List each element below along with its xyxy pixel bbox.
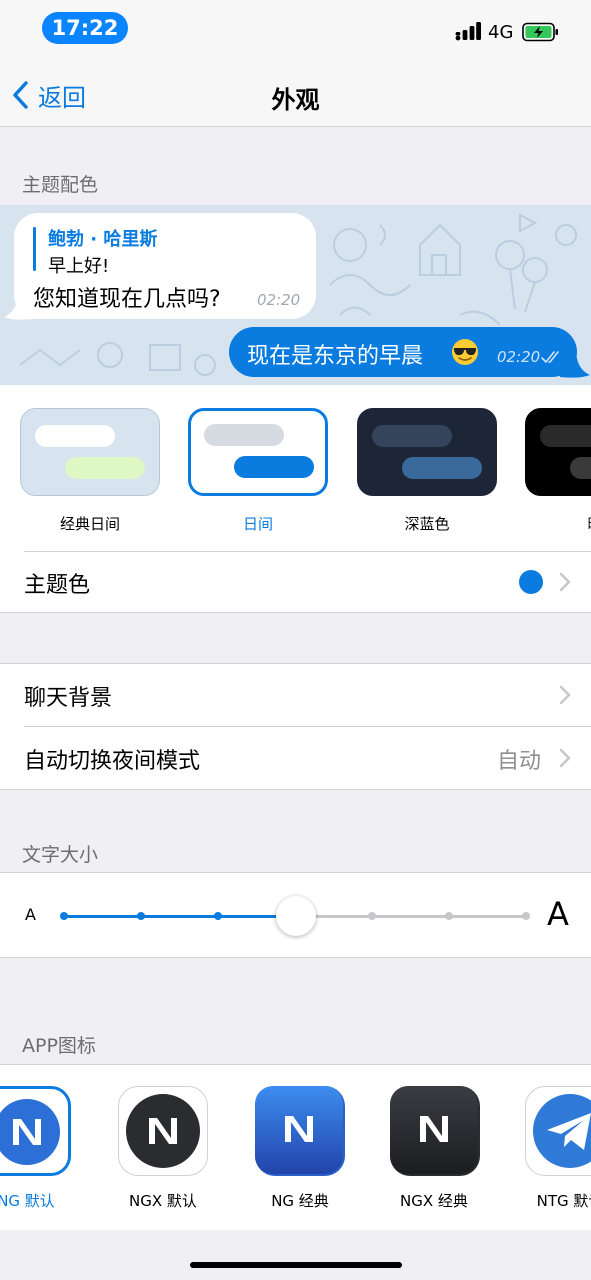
theme-preview-outgoing xyxy=(65,457,145,479)
theme-label: 经典日间 xyxy=(59,515,120,533)
slider-fill xyxy=(64,915,296,918)
theme-label: 暗 xyxy=(525,513,591,534)
reply-quote-bar xyxy=(33,227,36,271)
row-label: 主题色 xyxy=(24,573,91,598)
read-checkmarks-icon xyxy=(541,351,559,363)
slider-step[interactable] xyxy=(522,912,530,920)
app-icon-label: NG 默认 xyxy=(0,1192,55,1210)
n-logo-icon xyxy=(390,1086,478,1174)
telegram-plane-icon xyxy=(533,1094,591,1168)
text-size-slider-block: A A xyxy=(0,872,591,958)
theme-preview-incoming xyxy=(540,425,591,447)
status-time: 17:22 xyxy=(42,12,128,44)
outgoing-message-time: 02:20 xyxy=(497,348,541,366)
theme-preview-incoming xyxy=(372,425,452,447)
slider-step[interactable] xyxy=(445,912,453,920)
app-icon-ngx-classic[interactable] xyxy=(390,1086,480,1176)
row-value: 自动 xyxy=(496,749,541,774)
theme-preview-outgoing xyxy=(570,457,591,479)
text-size-large-label: A xyxy=(547,895,569,933)
app-icon-label: NGX 默认 xyxy=(129,1192,197,1210)
theme-card-day[interactable] xyxy=(188,408,328,496)
section-header-text-size: 文字大小 xyxy=(22,844,99,866)
chat-background-row[interactable]: 聊天背景 xyxy=(0,664,591,726)
theme-card-classic-day[interactable] xyxy=(20,408,160,496)
app-icon-ntg-default[interactable] xyxy=(525,1086,591,1176)
section-header-app-icon: APP图标 xyxy=(22,1035,96,1057)
sunglasses-emoji-icon xyxy=(452,339,478,365)
theme-preview-outgoing xyxy=(234,456,314,478)
n-logo-icon xyxy=(126,1094,200,1168)
settings-group-accent: 主题色 xyxy=(0,551,591,613)
network-type: 4G xyxy=(488,22,514,43)
slider-step[interactable] xyxy=(214,912,222,920)
app-icon-label: NGX 经典 xyxy=(400,1192,468,1210)
theme-picker: 经典日间 日间 深蓝色 暗 xyxy=(0,385,591,551)
app-icon-ng-default[interactable] xyxy=(0,1086,71,1176)
app-icon-picker: NG 默认 NGX 默认 NG 经典 NGX 经典 NTG 默 xyxy=(0,1064,591,1230)
battery-charging-icon xyxy=(522,22,558,42)
app-icon-label: NTG 默认 xyxy=(536,1192,591,1210)
chevron-right-icon xyxy=(559,572,571,592)
home-indicator[interactable] xyxy=(190,1262,402,1268)
theme-preview-incoming xyxy=(204,424,284,446)
slider-thumb[interactable] xyxy=(276,896,316,936)
app-icon-label: NG 经典 xyxy=(271,1192,329,1210)
n-logo-icon xyxy=(0,1099,60,1165)
theme-card-dark[interactable] xyxy=(525,408,591,496)
reply-sender-name: 鲍勃 · 哈里斯 xyxy=(48,229,158,250)
n-logo-icon xyxy=(255,1086,343,1174)
chevron-right-icon xyxy=(559,685,571,705)
auto-night-mode-row[interactable]: 自动切换夜间模式 自动 xyxy=(0,727,591,789)
theme-label: 深蓝色 xyxy=(404,515,450,533)
app-icon-ngx-default[interactable] xyxy=(118,1086,208,1176)
incoming-message-time: 02:20 xyxy=(257,291,301,309)
signal-icon xyxy=(455,22,481,41)
theme-preview-incoming xyxy=(35,425,115,447)
theme-card-dark-blue[interactable] xyxy=(357,408,497,496)
settings-group-background: 聊天背景 自动切换夜间模式 自动 xyxy=(0,663,591,790)
incoming-message-text: 您知道现在几点吗? xyxy=(33,287,221,312)
accent-color-swatch xyxy=(519,570,543,594)
accent-color-row[interactable]: 主题色 xyxy=(0,551,591,613)
text-size-small-label: A xyxy=(25,905,36,924)
app-icon-ng-classic[interactable] xyxy=(255,1086,345,1176)
chevron-right-icon xyxy=(559,748,571,768)
outgoing-message-text: 现在是东京的早晨 xyxy=(247,344,424,369)
theme-label-selected: 日间 xyxy=(242,515,273,533)
theme-preview-outgoing xyxy=(402,457,482,479)
slider-step[interactable] xyxy=(368,912,376,920)
slider-step[interactable] xyxy=(137,912,145,920)
row-label: 自动切换夜间模式 xyxy=(24,749,201,774)
row-label: 聊天背景 xyxy=(24,686,113,711)
slider-step[interactable] xyxy=(60,912,68,920)
chat-preview: 鲍勃 · 哈里斯 早上好! 您知道现在几点吗? 02:20 现在是东京的早晨 0… xyxy=(0,205,591,385)
reply-quoted-text: 早上好! xyxy=(48,256,110,277)
section-header-theme-colors: 主题配色 xyxy=(22,174,99,196)
page-title: 外观 xyxy=(271,86,320,114)
